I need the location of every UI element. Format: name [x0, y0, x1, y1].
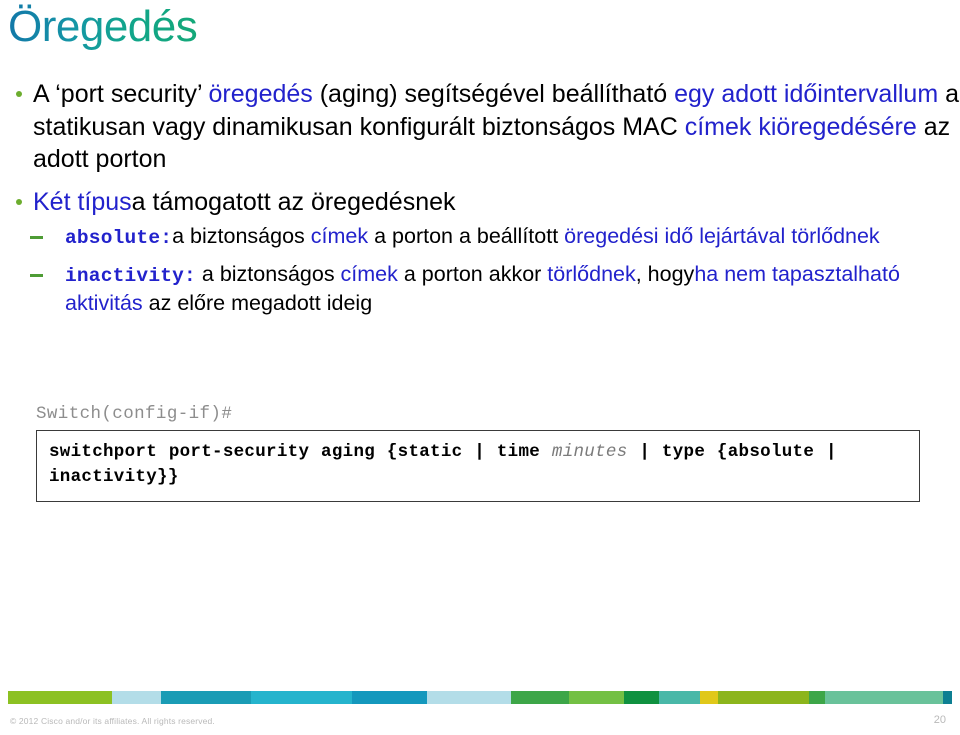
footer-bar-segment [942, 691, 953, 704]
text-run: a biztonságos [195, 261, 341, 286]
text-run: címek kiöregedésére [684, 112, 917, 141]
sub-bullet-text: absolute:a biztonságos címek a porton a … [65, 224, 880, 249]
footer-color-bar [8, 691, 953, 704]
text-run: (aging) segítségével beállítható [312, 80, 675, 108]
footer-bar-segment [700, 691, 718, 704]
bullet-text: A ‘port security’ öregedés (aging) segít… [33, 80, 959, 173]
bullet-item: Két típusa támogatott az öregedésnek [0, 186, 960, 219]
text-run: Két típus [33, 187, 132, 216]
bullet-item: A ‘port security’ öregedés (aging) segít… [0, 78, 960, 176]
text-run: öregedés [208, 80, 313, 108]
sub-bullet-item: inactivity: a biztonságos címek a porton… [0, 260, 960, 318]
text-run: egy adott időintervallum [674, 80, 939, 108]
sub-bullet-text: inactivity: a biztonságos címek a porton… [65, 262, 900, 316]
bullet-text: Két típusa támogatott az öregedésnek [33, 188, 456, 216]
footer-bar-segment [111, 691, 162, 704]
cli-prompt: Switch(config-if)# [36, 404, 233, 424]
text-run: címek [310, 224, 369, 248]
text-run: inactivity: [65, 264, 196, 287]
footer-bar-segment [351, 691, 428, 704]
footer-bar-segment [623, 691, 660, 704]
text-run: öregedési idő lejártával törlődnek [564, 224, 880, 248]
footer-bar-segment [8, 691, 112, 704]
text-run: a porton akkor [397, 261, 548, 286]
page-number: 20 [933, 714, 946, 726]
bullet-dot-icon [16, 91, 22, 97]
slide-body: A ‘port security’ öregedés (aging) segít… [0, 78, 960, 318]
command-area: Switch(config-if)# switchport port-secur… [36, 404, 920, 502]
command-syntax-text: switchport port-security aging {static |… [49, 440, 907, 491]
footer-bar-segment [161, 691, 252, 704]
footer-bar-segment [427, 691, 511, 704]
footer-bar-segment [659, 691, 701, 704]
footer-bar-segment [568, 691, 624, 704]
text-run: a támogatott az öregedésnek [131, 187, 456, 216]
text-run: az előre megadott ideig [142, 291, 373, 316]
sub-bullet-item: absolute:a biztonságos címek a porton a … [0, 222, 960, 252]
footer-bar-segment [717, 691, 809, 704]
text-run: a porton a beállított [368, 224, 565, 248]
footer-bar-segment [251, 691, 352, 704]
text-run: absolute: [65, 227, 173, 249]
footer-bar-segment [824, 691, 943, 704]
text-run: , hogy [635, 261, 695, 286]
command-syntax-box: switchport port-security aging {static |… [36, 430, 920, 502]
command-parameter: minutes [551, 442, 628, 462]
text-run: címek [340, 261, 398, 286]
copyright-text: © 2012 Cisco and/or its affiliates. All … [10, 716, 215, 726]
page-title: Öregedés [8, 2, 198, 51]
footer-bar-segment [510, 691, 569, 704]
bullet-dash-icon [30, 236, 43, 239]
bullet-dash-icon [30, 273, 43, 277]
bullet-dot-icon [16, 198, 22, 205]
text-run: a biztonságos [172, 224, 311, 248]
text-run: A ‘port security’ [33, 80, 209, 108]
command-keyword: switchport port-security aging {static |… [49, 442, 552, 462]
footer-bar-segment [808, 691, 825, 704]
text-run: törlődnek [547, 261, 636, 286]
